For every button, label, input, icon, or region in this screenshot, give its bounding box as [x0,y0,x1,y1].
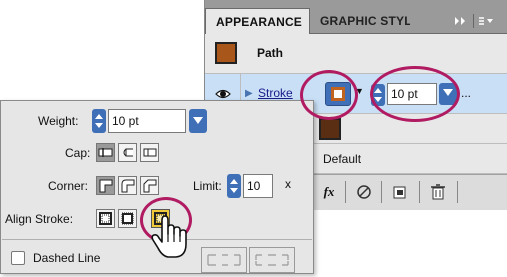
align-center-button[interactable] [96,209,115,228]
tab-divider [473,14,474,28]
cap-label: Cap: [65,146,91,160]
round-cap-icon [123,148,133,157]
align-center-icon [99,212,112,225]
corner-label: Corner: [48,179,89,193]
panel-tab-bar: APPEARANCE GRAPHIC STYL [205,0,507,34]
limit-stepper[interactable] [227,174,241,198]
round-join-button[interactable] [118,176,137,195]
highlight-ring-stroke-weight [370,66,460,122]
tab-graphic-styles[interactable]: GRAPHIC STYL [310,8,410,34]
limit-input[interactable]: 10 [243,174,273,198]
align-stroke-label: Align Stroke: [5,212,74,226]
panel-menu-icon[interactable] [477,8,501,34]
align-inside-button[interactable] [118,209,137,228]
dash-align-corners-button[interactable] [249,247,295,273]
eye-icon [215,89,231,99]
weight-label: Weight: [38,114,79,128]
stroke-link[interactable]: Stroke [258,86,293,100]
toolbar-divider [457,181,458,203]
fx-icon[interactable]: fx [317,181,341,203]
miter-join-button[interactable] [96,176,115,195]
round-cap-button[interactable] [118,143,137,162]
align-inside-icon [121,212,134,225]
chevron-down-icon [193,117,203,124]
dashed-line-checkbox[interactable] [11,251,25,265]
weight-stepper[interactable] [92,109,106,133]
miter-join-icon [99,179,113,193]
trash-icon[interactable] [427,181,449,203]
double-chevron-right-icon[interactable] [453,8,471,34]
butt-cap-icon [98,148,113,157]
highlight-ring-stroke-color [300,70,358,120]
weight-input[interactable]: 10 pt [108,109,186,133]
dash-align-corners-icon [255,254,289,266]
limit-unit: x [285,177,291,191]
round-join-icon [121,179,135,193]
toolbar-divider [345,181,346,203]
disclosure-triangle-icon[interactable]: ▶ [245,88,253,99]
weight-dropdown-button[interactable] [189,109,207,133]
dash-preserve-button[interactable] [201,247,247,273]
dash-preserve-icon [207,254,241,266]
path-swatch [215,42,237,64]
toolbar-divider [419,181,420,203]
bevel-join-button[interactable] [140,176,159,195]
butt-cap-button[interactable] [96,143,115,162]
hand-cursor-icon [151,215,187,258]
dashed-line-label: Dashed Line [33,251,101,265]
path-label: Path [257,46,284,60]
path-row[interactable]: Path [205,34,507,74]
tab-appearance[interactable]: APPEARANCE [205,8,310,34]
projecting-cap-button[interactable] [140,143,159,162]
duplicate-icon[interactable] [389,181,411,203]
bevel-join-icon [143,179,157,193]
more-ellipsis: ... [461,86,472,100]
fill-swatch[interactable] [319,118,341,140]
limit-label: Limit: [193,179,222,193]
opacity-label: Default [323,152,362,166]
clear-icon[interactable] [353,181,375,203]
toolbar-divider [381,181,382,203]
projecting-cap-icon [143,148,157,157]
